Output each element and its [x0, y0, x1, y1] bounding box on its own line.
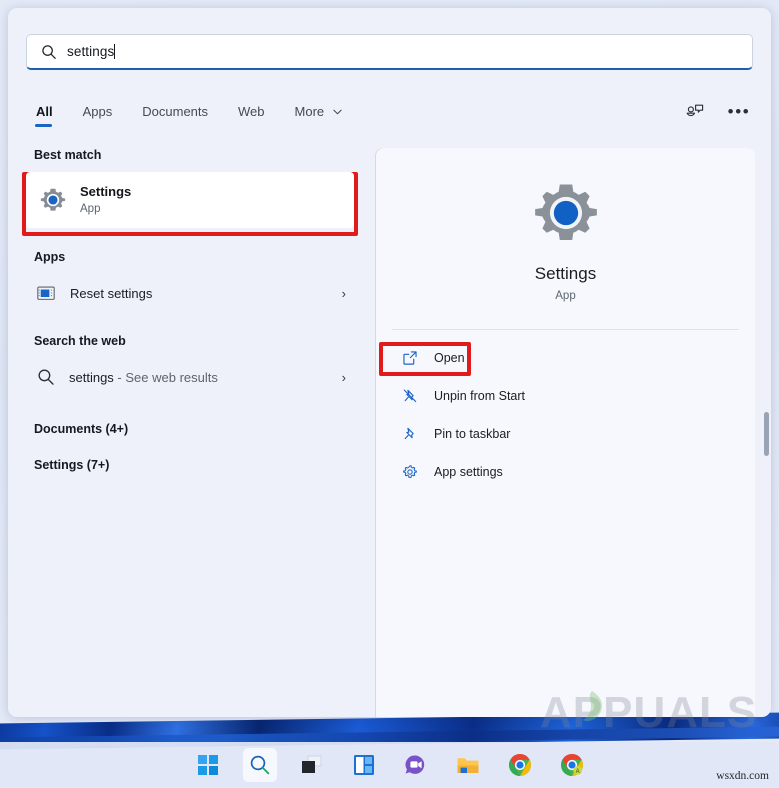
- file-explorer-icon[interactable]: [451, 748, 485, 782]
- scrollbar-thumb[interactable]: [764, 412, 769, 456]
- best-match-texts: Settings App: [80, 184, 131, 217]
- best-match-subtitle: App: [80, 202, 101, 215]
- chat-teams-icon[interactable]: [399, 748, 433, 782]
- action-unpin-from-start-label: Unpin from Start: [434, 389, 526, 403]
- search-input[interactable]: settings: [26, 34, 753, 70]
- preview-title: Settings: [534, 264, 597, 283]
- tab-documents[interactable]: Documents: [140, 100, 210, 128]
- more-options-icon[interactable]: •••: [727, 100, 751, 124]
- apps-heading: Apps: [34, 250, 66, 264]
- preview-panel: Settings App Open Unpin from Start Pin t…: [376, 148, 755, 717]
- settings-gear-icon: [40, 188, 66, 211]
- tab-apps-label: Apps: [82, 104, 113, 119]
- action-open-label: Open: [434, 351, 465, 365]
- web-query-text: settings: [69, 369, 114, 385]
- tab-more-label: More: [294, 104, 325, 119]
- action-pin-to-taskbar[interactable]: Pin to taskbar: [390, 418, 741, 450]
- best-match-container: Settings App: [22, 172, 358, 236]
- best-match-result[interactable]: Settings App: [26, 172, 354, 228]
- web-suffix-text: - See web results: [113, 369, 218, 385]
- action-pin-to-taskbar-label: Pin to taskbar: [434, 427, 511, 441]
- filter-tabs: All Apps Documents Web More: [34, 100, 344, 128]
- more-options-label: •••: [727, 102, 751, 121]
- header-actions: •••: [683, 100, 751, 124]
- open-external-icon: [403, 351, 417, 365]
- text-caret: [114, 44, 116, 59]
- tab-all-label: All: [36, 104, 53, 119]
- action-app-settings[interactable]: App settings: [390, 456, 741, 488]
- feedback-icon[interactable]: [683, 100, 707, 124]
- tab-web-label: Web: [238, 104, 265, 119]
- documents-heading[interactable]: Documents (4+): [8, 422, 368, 436]
- reset-settings-icon: [37, 286, 55, 300]
- preview-divider: [392, 329, 739, 330]
- action-open[interactable]: Open: [390, 342, 741, 374]
- tab-web[interactable]: Web: [236, 100, 267, 128]
- preview-actions: Open Unpin from Start Pin to taskbar App…: [376, 342, 755, 488]
- tab-all[interactable]: All: [34, 100, 55, 128]
- search-icon: [42, 44, 56, 59]
- watermark-url: wsxdn.com: [716, 770, 769, 782]
- list-item-reset-settings[interactable]: Reset settings ›: [26, 274, 356, 312]
- task-view-icon[interactable]: [295, 748, 329, 782]
- action-unpin-from-start[interactable]: Unpin from Start: [390, 380, 741, 412]
- search-taskbar-icon[interactable]: [242, 748, 277, 782]
- list-item-web-search-label: settings - See web results: [69, 370, 342, 385]
- chevron-right-icon: ›: [341, 285, 346, 301]
- tab-documents-label: Documents: [142, 104, 209, 119]
- search-web-heading: Search the web: [34, 334, 126, 348]
- tab-apps[interactable]: Apps: [81, 100, 115, 128]
- settings-gear-icon: [534, 184, 597, 241]
- results-list: Best match Settings App Apps Reset setti…: [8, 148, 368, 717]
- preview-subtitle: App: [555, 290, 576, 302]
- app-settings-gear-icon: [403, 465, 417, 478]
- tab-more[interactable]: More: [293, 100, 344, 128]
- svg-text:A: A: [575, 769, 579, 775]
- action-app-settings-label: App settings: [434, 465, 503, 479]
- pin-icon: [404, 427, 414, 440]
- chevron-right-icon: ›: [341, 369, 346, 385]
- chrome-beta-icon[interactable]: A: [555, 748, 589, 782]
- best-match-title: Settings: [80, 183, 132, 199]
- unpin-icon: [403, 389, 417, 403]
- screen: settings All Apps Documents Web More •••…: [0, 0, 779, 788]
- settings-count-heading[interactable]: Settings (7+): [8, 458, 368, 472]
- search-flyout: settings All Apps Documents Web More •••…: [8, 8, 771, 717]
- search-input-value: settings: [67, 44, 115, 59]
- widgets-icon[interactable]: [347, 748, 381, 782]
- list-item-reset-settings-label: Reset settings: [70, 285, 153, 301]
- taskbar: A: [0, 742, 779, 788]
- chrome-icon[interactable]: [503, 748, 537, 782]
- list-item-web-search[interactable]: settings - See web results ›: [26, 358, 356, 396]
- chevron-down-icon: [333, 109, 342, 115]
- scrollbar-track[interactable]: [764, 148, 770, 717]
- preview-icon-container: [376, 148, 755, 246]
- best-match-heading: Best match: [34, 148, 102, 162]
- start-button-icon[interactable]: [191, 748, 225, 782]
- search-icon: [38, 369, 54, 385]
